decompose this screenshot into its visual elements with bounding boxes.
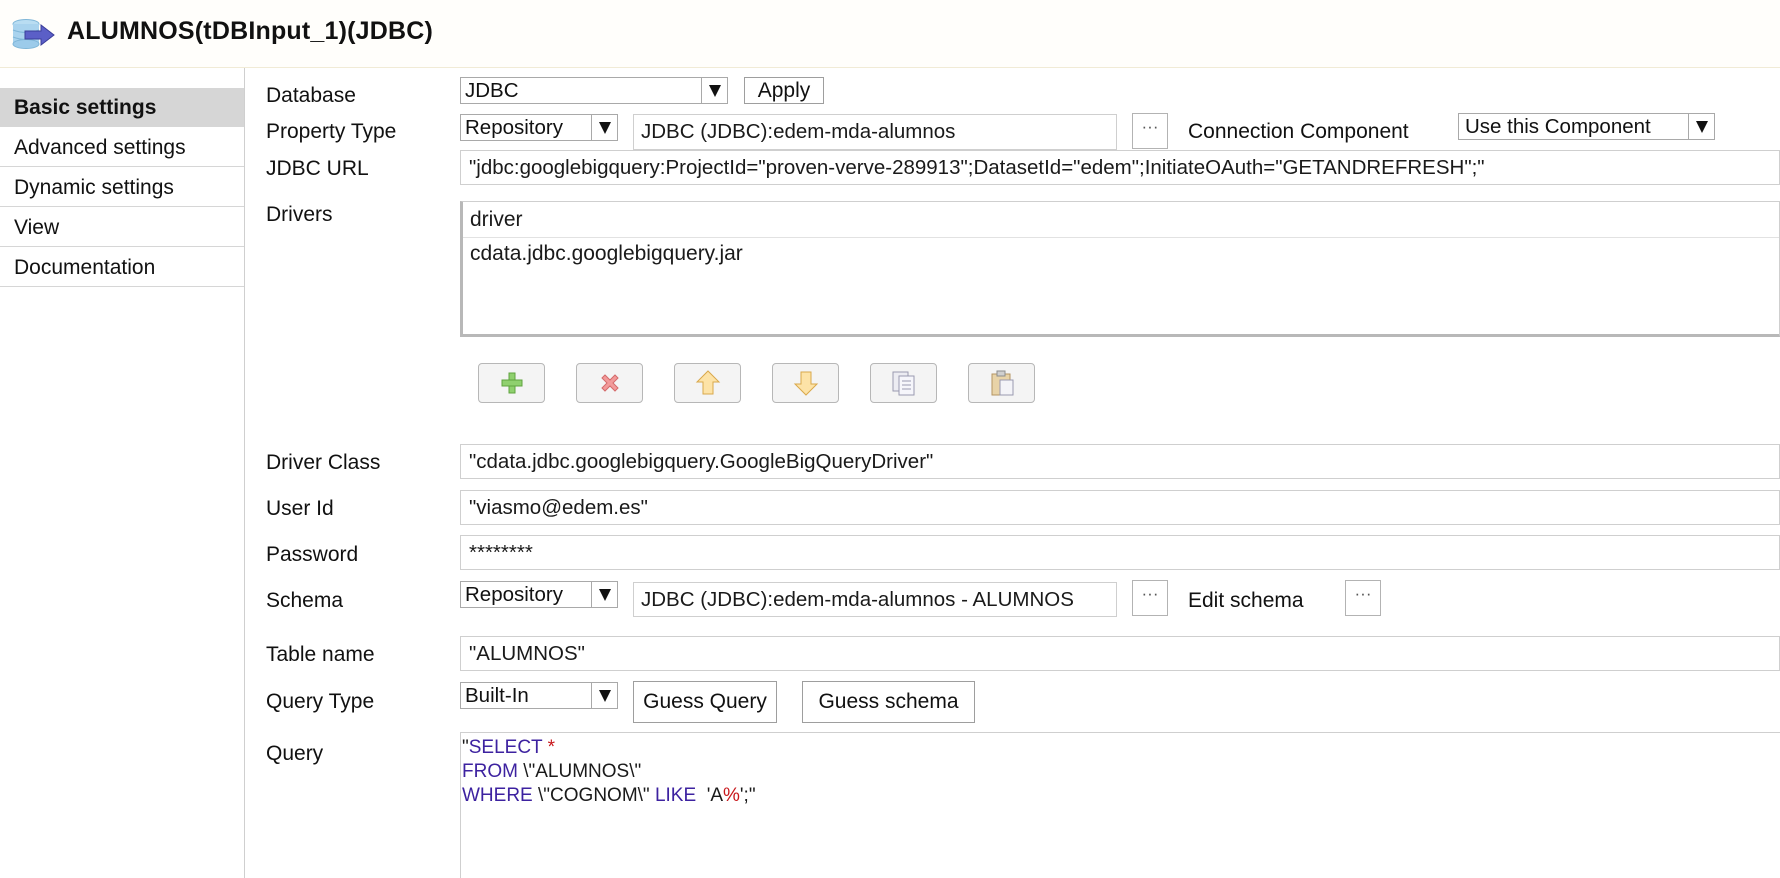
remove-icon <box>600 374 619 392</box>
copy-button[interactable] <box>870 363 937 403</box>
table-name-label: Table name <box>266 643 375 666</box>
sidebar-item-documentation[interactable]: Documentation <box>0 248 244 287</box>
schema-type-value: Repository <box>465 583 563 606</box>
query-text: " <box>462 737 469 758</box>
move-down-button[interactable] <box>772 363 839 403</box>
drivers-table: driver cdata.jdbc.googlebigquery.jar <box>460 201 1780 337</box>
sql-keyword: FROM <box>462 761 518 782</box>
move-up-icon <box>695 370 720 395</box>
query-editor[interactable]: "SELECT * FROM \"ALUMNOS\" WHERE \"COGNO… <box>460 732 1780 878</box>
password-label: Password <box>266 543 359 566</box>
sql-keyword: SELECT <box>468 737 543 758</box>
table-row[interactable]: cdata.jdbc.googlebigquery.jar <box>463 238 1779 270</box>
settings-sidebar: Basic settings Advanced settings Dynamic… <box>0 68 245 878</box>
schema-type-select[interactable]: Repository <box>460 581 618 608</box>
connection-component-select[interactable]: Use this Component <box>1458 113 1715 140</box>
component-title: ALUMNOS(tDBInput_1)(JDBC) <box>67 17 434 45</box>
query-type-label: Query Type <box>266 690 375 713</box>
query-line: "SELECT * <box>462 736 1780 760</box>
property-type-value: Repository <box>465 116 563 139</box>
add-row-button[interactable] <box>478 363 545 403</box>
property-browse-button[interactable]: ··· <box>1132 113 1168 149</box>
jdbc-url-label: JDBC URL <box>266 157 369 180</box>
copy-icon <box>892 371 914 396</box>
query-text: ';" <box>739 785 756 806</box>
schema-repository-field[interactable]: JDBC (JDBC):edem-mda-alumnos - ALUMNOS <box>633 582 1117 617</box>
move-up-button[interactable] <box>674 363 741 403</box>
property-repository-field[interactable]: JDBC (JDBC):edem-mda-alumnos <box>633 114 1117 150</box>
database-input-icon <box>11 18 55 50</box>
chevron-down-icon <box>701 78 727 103</box>
apply-button[interactable]: Apply <box>744 77 824 104</box>
driver-class-label: Driver Class <box>266 451 381 474</box>
sidebar-item-dynamic-settings[interactable]: Dynamic settings <box>0 168 244 207</box>
chevron-down-icon <box>591 683 617 708</box>
chevron-down-icon <box>591 115 617 140</box>
edit-schema-label: Edit schema <box>1188 589 1304 612</box>
database-label: Database <box>266 84 356 107</box>
user-id-label: User Id <box>266 497 334 520</box>
jdbc-url-input[interactable]: "jdbc:googlebigquery:ProjectId="proven-v… <box>460 150 1780 185</box>
user-id-input[interactable]: "viasmo@edem.es" <box>460 490 1780 525</box>
property-type-select[interactable]: Repository <box>460 114 618 141</box>
edit-schema-button[interactable]: ··· <box>1345 580 1381 616</box>
database-select-value: JDBC <box>465 79 519 102</box>
database-select[interactable]: JDBC <box>460 77 728 104</box>
remove-row-button[interactable] <box>576 363 643 403</box>
sql-operator: % <box>723 785 740 806</box>
sidebar-item-view[interactable]: View <box>0 208 244 247</box>
schema-label: Schema <box>266 589 344 612</box>
query-text: \"COGNOM\" <box>532 785 655 806</box>
driver-class-input[interactable]: "cdata.jdbc.googlebigquery.GoogleBigQuer… <box>460 444 1780 479</box>
query-text: 'A <box>696 785 724 806</box>
query-type-select[interactable]: Built-In <box>460 682 618 709</box>
drivers-column-header[interactable]: driver <box>463 202 1779 238</box>
password-input[interactable]: ******** <box>460 535 1780 570</box>
query-type-value: Built-In <box>465 684 529 707</box>
sidebar-item-advanced-settings[interactable]: Advanced settings <box>0 128 244 167</box>
query-label: Query <box>266 742 324 765</box>
paste-button[interactable] <box>968 363 1035 403</box>
sql-keyword: WHERE <box>462 785 533 806</box>
chevron-down-icon <box>1688 114 1714 139</box>
drivers-label: Drivers <box>266 203 333 226</box>
property-type-label: Property Type <box>266 120 397 143</box>
chevron-down-icon <box>591 582 617 607</box>
schema-browse-button[interactable]: ··· <box>1132 580 1168 616</box>
title-bar: ALUMNOS(tDBInput_1)(JDBC) <box>0 0 1780 68</box>
add-icon <box>501 372 522 394</box>
paste-icon <box>991 370 1013 396</box>
query-text: \"ALUMNOS\" <box>517 761 642 782</box>
sql-operator: * <box>547 737 556 758</box>
move-down-icon <box>793 371 818 396</box>
connection-component-label: Connection Component <box>1188 120 1409 143</box>
query-line: WHERE \"COGNOM\" LIKE 'A%';" <box>462 784 1780 808</box>
query-line: FROM \"ALUMNOS\" <box>462 760 1780 784</box>
connection-component-value: Use this Component <box>1465 115 1651 138</box>
sql-keyword: LIKE <box>654 785 697 806</box>
table-name-input[interactable]: "ALUMNOS" <box>460 636 1780 671</box>
guess-schema-button[interactable]: Guess schema <box>802 681 975 723</box>
sidebar-item-basic-settings[interactable]: Basic settings <box>0 88 244 127</box>
guess-query-button[interactable]: Guess Query <box>633 681 777 723</box>
